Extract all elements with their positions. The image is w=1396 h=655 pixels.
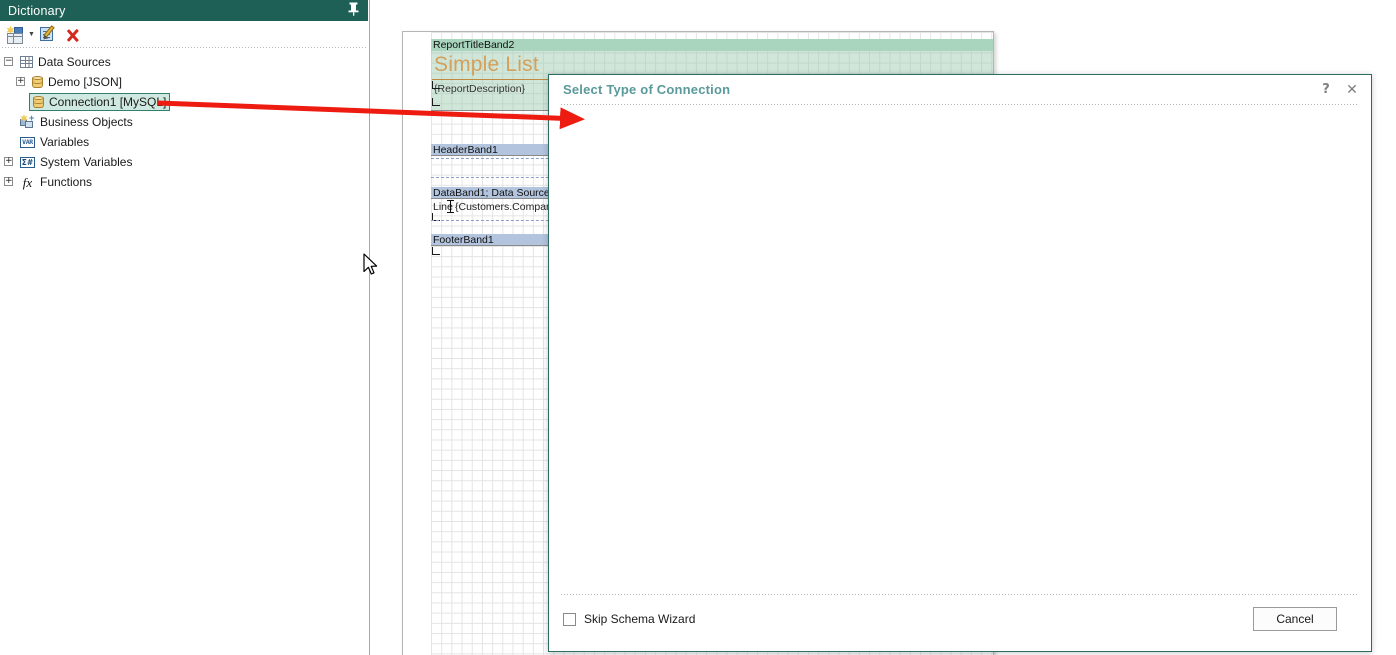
dialog-title: Select Type of Connection — [563, 82, 731, 97]
dictionary-panel: Dictionary ▼ − Data Sources + Demo [JSON… — [0, 0, 370, 655]
expander-expand-icon[interactable]: + — [4, 157, 13, 166]
delete-item-button[interactable] — [65, 24, 81, 45]
expander-collapse-icon[interactable]: − — [4, 57, 13, 66]
app-root: Dictionary ▼ − Data Sources + Demo [JSON… — [0, 0, 1396, 655]
tree-item-label: System Variables — [40, 155, 133, 169]
business-objects-icon: + — [20, 114, 35, 129]
system-variables-icon: Σ# — [20, 156, 35, 168]
mouse-pointer-icon — [363, 253, 378, 275]
component-corner-mark — [432, 98, 440, 106]
database-icon — [33, 95, 44, 109]
tree-item-demo-json[interactable]: + Demo [JSON] — [0, 72, 368, 92]
help-icon[interactable]: ? — [1317, 81, 1335, 99]
skip-schema-wizard-label: Skip Schema Wizard — [584, 612, 696, 626]
component-corner-mark — [432, 81, 440, 89]
band-header-label[interactable]: ReportTitleBand2 — [431, 39, 993, 51]
tree-item-label: Business Objects — [40, 115, 133, 129]
tree-item-label: Data Sources — [38, 55, 111, 69]
close-icon[interactable]: ✕ — [1343, 81, 1361, 99]
new-item-icon — [6, 25, 25, 44]
edit-icon — [40, 25, 58, 43]
tree-item-label: Connection1 [MySQL] — [49, 95, 167, 109]
cancel-button[interactable]: Cancel — [1253, 607, 1337, 631]
data-sources-grid-icon — [20, 56, 33, 68]
expander-expand-icon[interactable]: + — [16, 77, 25, 86]
dictionary-title: Dictionary — [8, 3, 66, 18]
dictionary-toolbar: ▼ — [0, 21, 368, 48]
pin-icon[interactable] — [346, 2, 360, 19]
tree-item-label: Functions — [40, 175, 93, 189]
tree-item-label: Demo [JSON] — [48, 75, 123, 89]
text-caret-icon — [447, 200, 454, 214]
component-corner-mark — [432, 247, 440, 255]
select-connection-type-dialog[interactable]: Select Type of Connection ? ✕ Skip Schem… — [548, 74, 1372, 652]
functions-fx-icon: fx — [22, 174, 33, 190]
database-icon — [32, 75, 43, 89]
dialog-footer: Skip Schema Wizard Cancel — [549, 594, 1371, 651]
chevron-down-icon[interactable]: ▼ — [28, 24, 35, 45]
dialog-content-area[interactable] — [549, 105, 1371, 594]
report-description-textbox[interactable]: {ReportDescription} — [434, 83, 525, 95]
tree-item-data-sources[interactable]: − Data Sources — [0, 52, 368, 72]
new-item-button[interactable]: ▼ — [6, 24, 35, 45]
dictionary-tree: − Data Sources + Demo [JSON] Connection1 — [0, 52, 368, 192]
tree-item-system-variables[interactable]: + Σ# System Variables — [0, 152, 368, 172]
tree-item-connection1-mysql[interactable]: Connection1 [MySQL] — [0, 92, 368, 112]
variables-icon: VAR — [20, 136, 35, 148]
skip-schema-wizard-checkbox[interactable]: Skip Schema Wizard — [563, 612, 695, 626]
delete-red-x-icon — [65, 27, 81, 43]
report-title-textbox[interactable]: Simple List — [434, 53, 539, 77]
dialog-titlebar: Select Type of Connection ? ✕ — [549, 75, 1371, 105]
expander-expand-icon[interactable]: + — [4, 177, 13, 186]
tree-item-business-objects[interactable]: + Business Objects — [0, 112, 368, 132]
checkbox-box-icon[interactable] — [563, 612, 576, 626]
tree-item-functions[interactable]: + fx Functions — [0, 172, 368, 192]
edit-item-button[interactable] — [40, 24, 58, 45]
dictionary-titlebar: Dictionary — [0, 0, 368, 21]
tree-item-variables[interactable]: VAR Variables — [0, 132, 368, 152]
tree-item-label: Variables — [40, 135, 90, 149]
selection-highlight: Connection1 [MySQL] — [29, 93, 171, 111]
